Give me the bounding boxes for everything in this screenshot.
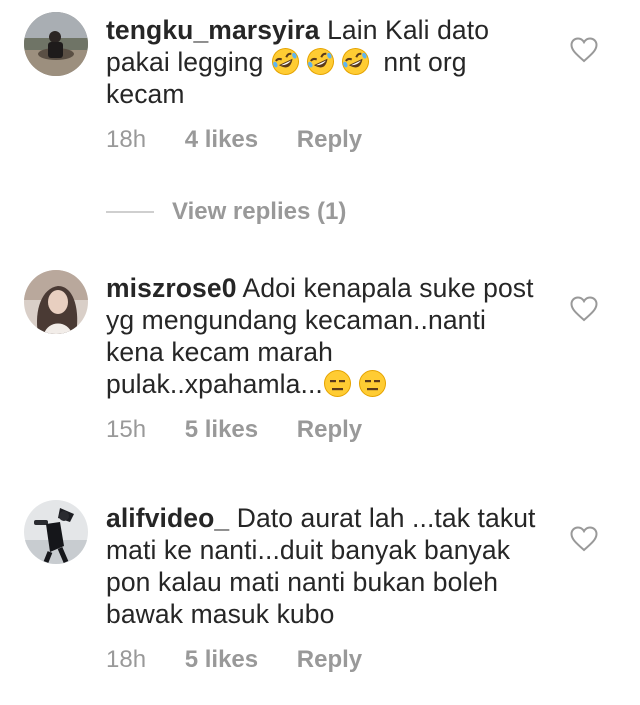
reply-button[interactable]: Reply [297,416,362,443]
comment-username[interactable]: tengku_marsyira [106,15,320,45]
avatar[interactable] [24,12,88,76]
reply-button[interactable]: Reply [297,126,362,153]
likes-count[interactable]: 5 likes [185,416,258,443]
comment-time: 18h [106,646,147,673]
expressionless-emoji [323,369,352,398]
comment-time: 15h [106,416,147,443]
expressionless-emoji [358,369,387,398]
likes-count[interactable]: 5 likes [185,646,258,673]
comment-text: tengku_marsyira Lain Kali dato pakai leg… [106,14,546,110]
view-replies-label: View replies (1) [172,198,347,225]
view-replies-button[interactable]: View replies (1) [106,197,346,227]
comment-username[interactable]: alifvideo_ [106,503,229,533]
comment-text: alifvideo_ Dato aurat lah ...tak takut m… [106,502,546,630]
reply-button[interactable]: Reply [297,646,362,673]
avatar[interactable] [24,500,88,564]
rofl-emoji [271,47,300,76]
comment-time: 18h [106,126,147,153]
likes-count[interactable]: 4 likes [185,126,258,153]
heart-icon[interactable] [570,37,598,63]
rofl-emoji [341,47,370,76]
heart-icon[interactable] [570,526,598,552]
heart-icon[interactable] [570,296,598,322]
comment-meta: 18h 4 likes Reply [106,126,394,154]
rofl-emoji [306,47,335,76]
comment-text: miszrose0 Adoi kenapala suke post yg men… [106,272,546,400]
comment-meta: 18h 5 likes Reply [106,646,394,674]
avatar[interactable] [24,270,88,334]
comment-username[interactable]: miszrose0 [106,273,237,303]
divider [106,211,154,213]
comment-meta: 15h 5 likes Reply [106,416,394,444]
